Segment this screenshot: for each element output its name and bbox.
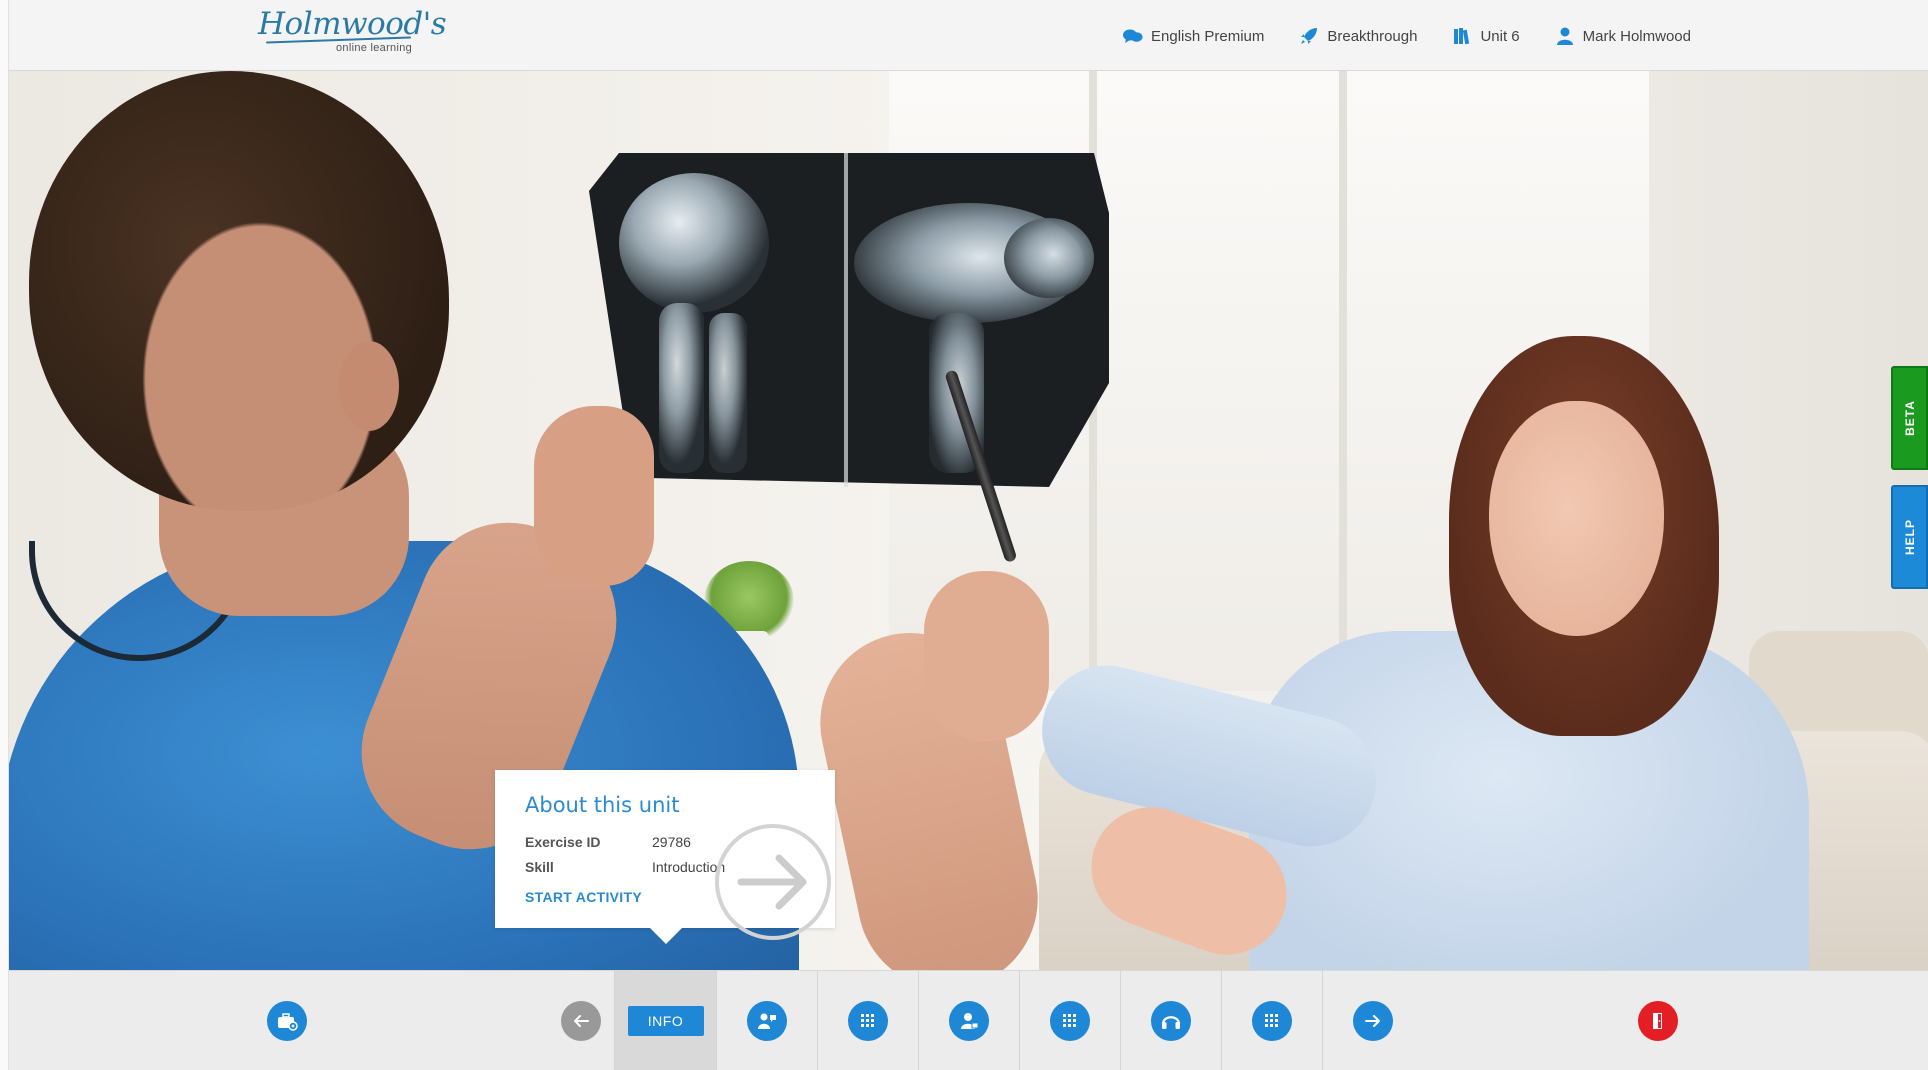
arrow-right-circle-icon[interactable] [713,822,833,942]
exit-door-icon [1638,1001,1678,1041]
xray-film [589,153,1109,487]
headphones-icon [1151,1001,1191,1041]
person-speaking-icon [747,1001,787,1041]
nav-course[interactable]: English Premium [1122,26,1264,46]
user-activity-button[interactable] [919,971,1019,1070]
exercise-id-value: 29786 [652,834,691,850]
nav-unit-label: Unit 6 [1480,27,1520,45]
arrow-left-icon [561,1001,601,1041]
bottom-navigation-bar: INFO [9,970,1928,1070]
logo-tagline: online learning [336,42,413,54]
nav-user-label: Mark Holmwood [1582,27,1691,45]
grid-activity-1-button[interactable] [818,971,918,1070]
rocket-icon [1298,26,1320,46]
listening-activity-button[interactable] [1121,971,1221,1070]
nav-course-label: English Premium [1151,27,1265,45]
toolbox-icon [267,1001,307,1041]
beta-tab-label: BETA [1902,400,1917,436]
grid-activity-2-button[interactable] [1020,971,1120,1070]
card-title: About this unit [525,793,680,817]
nav-unit[interactable]: Unit 6 [1451,26,1520,46]
doctor-head [29,71,449,511]
nav-level-label: Breakthrough [1327,27,1418,45]
top-header: Holmwood's online learning English Premi… [9,0,1928,71]
grid-icon [1252,1001,1292,1041]
info-button[interactable]: INFO [615,971,716,1070]
nav-user[interactable]: Mark Holmwood [1554,26,1691,46]
help-tab[interactable]: HELP [1891,485,1928,589]
next-button[interactable] [1323,971,1423,1070]
start-activity-link[interactable]: START ACTIVITY [525,889,642,905]
doctor-ear [339,341,399,431]
user-icon [1554,26,1576,46]
window-frame [1339,71,1347,691]
top-navigation: English Premium Breakthrough Unit 6 Mark… [1122,22,1691,50]
speech-bubbles-icon [1122,26,1144,46]
exit-button[interactable] [1618,971,1698,1070]
arrow-right-icon [1353,1001,1393,1041]
grid-activity-3-button[interactable] [1222,971,1322,1070]
holmwoods-logo[interactable]: Holmwood's online learning [258,6,447,62]
hero-image [9,71,1928,970]
person-card-icon [949,1001,989,1041]
beta-tab[interactable]: BETA [1891,366,1928,470]
exercise-id-label: Exercise ID [525,834,601,850]
grid-icon [1050,1001,1090,1041]
grid-icon [848,1001,888,1041]
left-edge-strip [0,0,9,1070]
doctor-right-hand [924,571,1049,741]
info-label: INFO [627,1006,704,1036]
books-icon [1451,26,1473,46]
help-tab-label: HELP [1902,518,1917,556]
speaking-activity-button[interactable] [717,971,817,1070]
about-unit-card: About this unit Exercise ID 29786 Skill … [495,770,835,940]
skill-label: Skill [525,859,554,875]
doctor-left-hand [534,406,654,586]
previous-button[interactable] [541,971,621,1070]
logo-wordmark: Holmwood's [258,6,447,42]
dashboard-button[interactable] [247,971,327,1070]
nav-level[interactable]: Breakthrough [1298,26,1417,46]
card-pointer [650,928,682,944]
patient-face [1489,401,1664,636]
